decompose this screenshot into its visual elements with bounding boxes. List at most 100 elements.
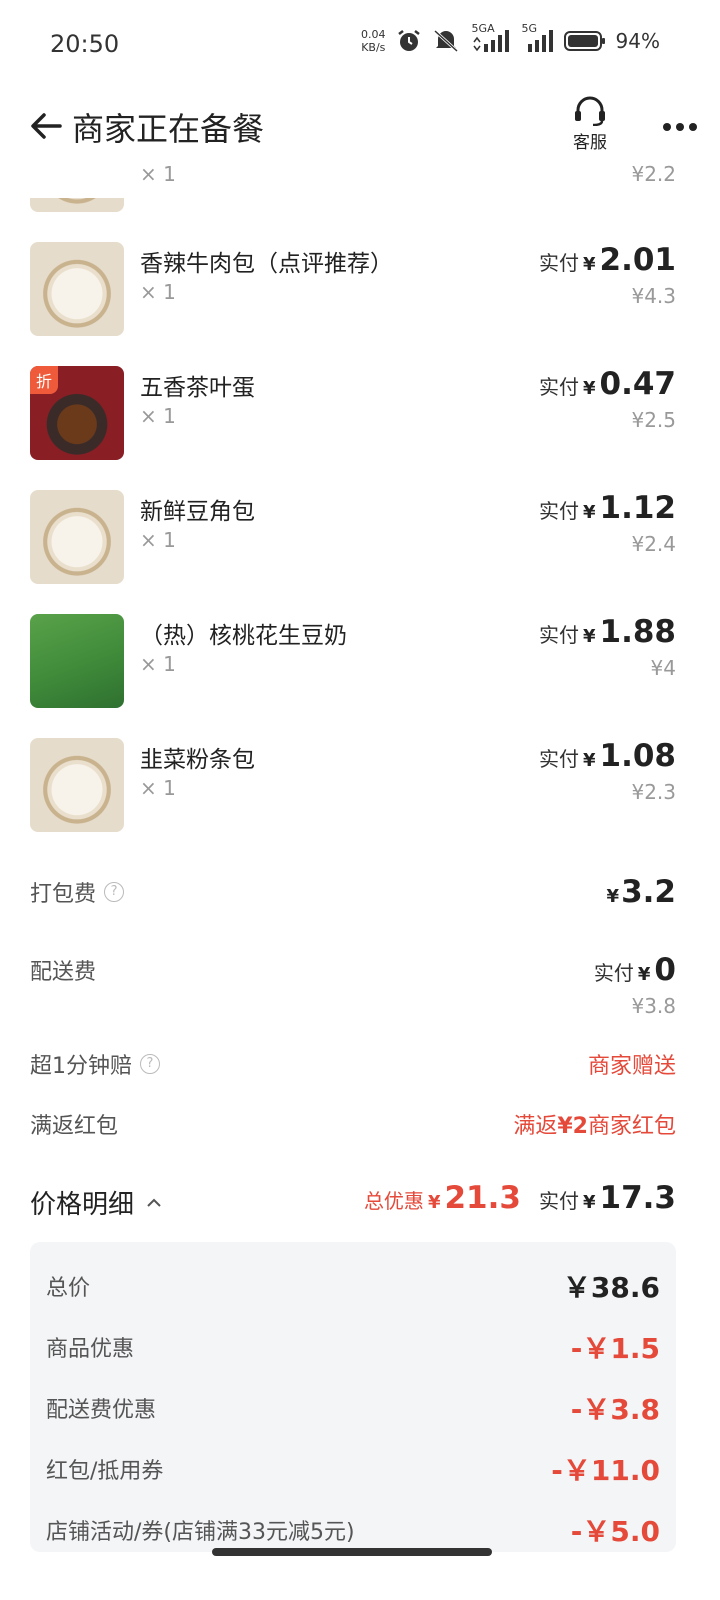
discount-tag: 折 [30,366,59,394]
item-original-price: ¥2.2 [631,162,676,186]
product-thumbnail [30,738,124,832]
item-name: 五香茶叶蛋 [140,375,255,401]
yen-symbol: ¥ [582,502,596,523]
price-detail-row: 店铺活动/券(店铺满33元减5元) -￥5.0 [46,1514,660,1548]
yen-symbol: ¥ [637,964,651,985]
price-detail-value: -￥1.5 [570,1332,660,1365]
item-pay-amount: 实付 ¥ 1.12 [539,490,676,526]
late-compensation-row: 超1分钟赔 ? 商家赠送 [30,1048,676,1080]
signal-icon-sim1: 5GA [470,22,510,54]
item-quantity: × 1 [140,776,176,800]
price-detail-header[interactable]: 价格明细 总优惠 ¥ 21.3 实付 ¥ 17.3 [30,1180,676,1221]
price-detail-label: 总价 [46,1276,91,1301]
status-icons: 0.04 KB/s 5GA 5G 94% [361,22,660,54]
price-detail-row: 商品优惠 -￥1.5 [46,1331,660,1365]
delivery-fee-row: 配送费 实付 ¥ 0 ¥3.8 [30,952,676,1018]
pay-value: 0.47 [599,366,677,402]
total-discount-value: 21.3 [444,1180,521,1216]
pay-label: 实付 [593,961,634,985]
late-compensation-value: 商家赠送 [587,1054,676,1079]
pay-value: 1.88 [599,614,677,650]
battery-percent: 94% [615,29,660,53]
price-detail-panel: 总价 ￥38.6 商品优惠 -￥1.5 配送费优惠 -￥3.8 红包/抵用券 -… [30,1242,676,1552]
redpack-amount: ¥2 [557,1114,588,1139]
item-quantity: × 1 [140,404,176,428]
delivery-fee-original: ¥3.8 [631,994,676,1018]
yen-symbol: ¥ [606,886,620,907]
list-item[interactable]: 新鲜豆角包 × 1 实付 ¥ 1.12 ¥2.4 [0,472,720,596]
item-name: 新鲜豆角包 [140,499,255,525]
price-detail-row: 总价 ￥38.6 [46,1270,660,1304]
chevron-up-icon [147,1198,161,1207]
price-detail-title: 价格明细 [30,1190,135,1220]
product-thumbnail [30,490,124,584]
price-detail-label: 红包/抵用券 [46,1459,164,1484]
packing-fee-label: 打包费 [30,882,97,907]
help-icon[interactable]: ? [104,882,125,902]
delivery-fee-label: 配送费 [30,960,97,985]
item-quantity: × 1 [140,528,176,552]
item-original-price: ¥4 [650,656,676,680]
list-item[interactable]: 香辣牛肉包（点评推荐） × 1 实付 ¥ 2.01 ¥4.3 [0,224,720,348]
redpack-value: 满返¥2商家红包 [513,1108,676,1140]
pay-label: 实付 [538,251,579,275]
item-pay-amount: 实付 ¥ 2.01 [539,242,676,278]
item-pay-amount: 实付 ¥ 1.08 [539,738,676,774]
product-thumbnail [30,198,124,212]
item-quantity: × 1 [140,162,176,186]
pay-value: 1.08 [599,738,677,774]
price-detail-value: -￥11.0 [551,1454,660,1487]
price-detail-value: -￥5.0 [570,1515,660,1548]
item-original-price: ¥2.5 [631,408,676,432]
yen-symbol: ¥ [582,378,596,399]
redpack-row: 满返红包 满返¥2商家红包 [30,1108,676,1140]
yen-symbol: ¥ [582,750,596,771]
item-name: 香辣牛肉包（点评推荐） [140,251,393,277]
item-original-price: ¥2.3 [631,780,676,804]
sim1-label: 5GA [471,22,495,35]
total-discount-label: 总优惠 [363,1189,424,1213]
net-speed-value: 0.04 [361,28,386,41]
pay-value: 1.12 [599,490,677,526]
item-original-price: ¥2.4 [631,532,676,556]
item-original-price: ¥4.3 [631,284,676,308]
net-speed-unit: KB/s [361,41,386,54]
product-thumbnail: 折 [30,366,124,460]
total-pay-value: 17.3 [599,1180,677,1216]
price-detail-label: 商品优惠 [46,1337,135,1362]
item-pay-amount: 实付 ¥ 0.47 [539,366,676,402]
delivery-fee-value: 0 [654,952,676,988]
item-name: 韭菜粉条包 [140,747,255,773]
list-item[interactable]: （热）核桃花生豆奶 × 1 实付 ¥ 1.88 ¥4 [0,596,720,720]
item-pay-amount: 实付 ¥ 1.88 [539,614,676,650]
item-quantity: × 1 [140,280,176,304]
yen-symbol: ¥ [582,1192,596,1213]
redpack-prefix: 满返 [513,1114,558,1139]
status-time: 20:50 [50,30,120,58]
redpack-label: 满返红包 [30,1114,119,1139]
home-indicator[interactable] [212,1548,492,1556]
pay-label: 实付 [538,499,579,523]
price-detail-label: 店铺活动/券(店铺满33元减5元) [46,1520,355,1545]
pay-label: 实付 [538,623,579,647]
item-name: （热）核桃花生豆奶 [140,623,347,649]
yen-symbol: ¥ [427,1192,441,1213]
battery-icon [563,29,606,53]
redpack-suffix: 商家红包 [587,1114,676,1139]
list-item[interactable]: 折 五香茶叶蛋 × 1 实付 ¥ 0.47 ¥2.5 [0,348,720,472]
status-bar: 20:50 0.04 KB/s 5GA 5G 94% [0,0,720,88]
pay-label: 实付 [538,747,579,771]
product-thumbnail [30,242,124,336]
price-detail-label: 配送费优惠 [46,1398,157,1423]
list-item[interactable]: 韭菜粉条包 × 1 实付 ¥ 1.08 ¥2.3 [0,720,720,844]
mute-icon [432,28,460,54]
help-icon[interactable]: ? [140,1054,160,1074]
list-item[interactable]: × 1 ¥2.2 [0,88,720,212]
pay-label: 实付 [538,375,579,399]
pay-label: 实付 [538,1189,579,1213]
price-detail-value: ￥38.6 [562,1271,660,1304]
late-compensation-label: 超1分钟赔 [30,1054,132,1079]
price-detail-row: 配送费优惠 -￥3.8 [46,1392,660,1426]
item-quantity: × 1 [140,652,176,676]
packing-fee-row: 打包费 ? ¥ 3.2 [30,874,676,910]
